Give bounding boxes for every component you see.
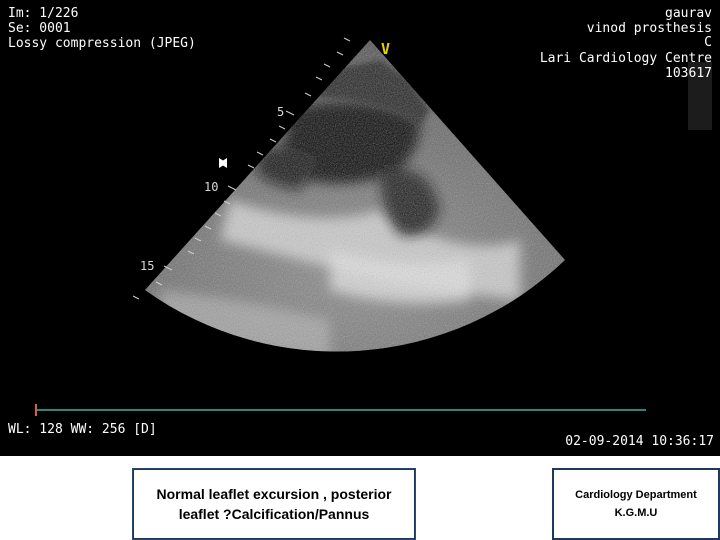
bowtie-icon bbox=[219, 158, 227, 168]
study-description-2: C bbox=[704, 35, 712, 50]
finding-caption-text: Normal leaflet excursion , posterior lea… bbox=[156, 486, 392, 522]
image-index: Im: 1/226 bbox=[8, 6, 79, 21]
department-caption-text: Cardiology Department K.G.M.U bbox=[575, 489, 697, 519]
compression-note: Lossy compression (JPEG) bbox=[8, 36, 196, 51]
window-level: WL: 128 WW: 256 [D] bbox=[8, 422, 157, 437]
series-number: Se: 0001 bbox=[8, 21, 71, 36]
echo-image bbox=[35, 37, 712, 416]
orientation-marker: V bbox=[381, 40, 391, 58]
depth-label-5: 5 bbox=[277, 105, 285, 119]
patient-name: gaurav bbox=[665, 6, 712, 21]
study-description: vinod prosthesis bbox=[586, 21, 712, 36]
depth-label-15: 15 bbox=[140, 259, 155, 273]
depth-label-10: 10 bbox=[204, 180, 219, 194]
finding-caption: Normal leaflet excursion , posterior lea… bbox=[132, 468, 416, 540]
acquisition-datetime: 02-09-2014 10:36:17 bbox=[565, 434, 714, 449]
sector-fan bbox=[145, 40, 565, 352]
ultrasound-viewer: Im: 1/226 Se: 0001 Lossy compression (JP… bbox=[0, 0, 720, 456]
institution-name: Lari Cardiology Centre bbox=[539, 51, 712, 66]
patient-id: 103617 bbox=[665, 66, 712, 81]
scale-bar bbox=[35, 404, 646, 416]
department-caption: Cardiology Department K.G.M.U bbox=[552, 468, 720, 540]
